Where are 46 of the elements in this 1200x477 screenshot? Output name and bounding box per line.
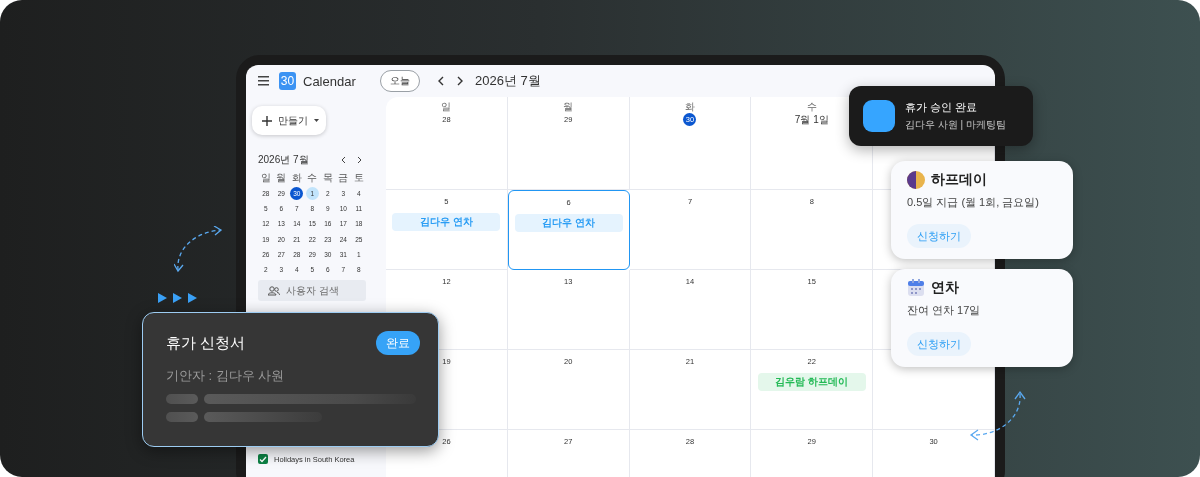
weekday-label: 월: [563, 101, 574, 112]
weekday-label: 일: [441, 101, 452, 112]
chevron-right-icon[interactable]: [457, 76, 463, 86]
card-title: 하프데이: [931, 171, 987, 189]
calendar-logo: 30: [279, 72, 296, 90]
triangles-icon: [157, 292, 198, 304]
notification-subtitle: 김다우 사원 | 마케팅팀: [905, 118, 1006, 132]
status-badge: 완료: [376, 331, 420, 355]
weekday-label: 토: [352, 171, 365, 185]
month-title: 2026년 7월: [475, 72, 541, 90]
weekday-label: 월: [275, 171, 288, 185]
weekday-label: 목: [321, 171, 334, 185]
check-icon: [259, 455, 267, 463]
calendar-icon: [907, 279, 925, 297]
drafter-text: 기안자 : 김다우 사원: [166, 367, 286, 385]
people-icon: [268, 285, 280, 296]
placeholder-bar: [166, 412, 198, 422]
notification-title: 휴가 승인 완료: [905, 100, 979, 115]
weekday-label: 화: [290, 171, 303, 185]
card-title: 휴가 신청서: [166, 333, 246, 353]
menu-icon[interactable]: [258, 76, 269, 86]
people-search-field[interactable]: 사용자 검색: [258, 280, 366, 302]
create-button[interactable]: 만들기: [252, 106, 326, 135]
weekday-label: 수: [306, 171, 319, 185]
checkbox[interactable]: [258, 454, 268, 464]
half-moon-icon: [907, 171, 925, 189]
date-number[interactable]: 7월 1일: [794, 113, 829, 126]
weekday-label: 일: [259, 171, 272, 185]
chevron-left-icon[interactable]: [438, 76, 444, 86]
weekday-label: 수: [806, 101, 817, 112]
app-icon: [863, 100, 895, 132]
card-title: 연차: [931, 279, 959, 297]
caret-icon: [314, 119, 319, 122]
plus-icon: [262, 115, 272, 126]
card-description: 잔여 연차 17일: [907, 303, 982, 318]
chevron-left-icon[interactable]: [341, 156, 346, 164]
card-description: 0.5일 지급 (월 1회, 금요일): [907, 195, 1041, 210]
weekday-label: 금: [337, 171, 350, 185]
dashed-arrow-icon: [174, 226, 224, 274]
dashed-arrow-icon: [968, 390, 1026, 442]
weekday-label: 화: [685, 101, 695, 112]
today-button[interactable]: 오늘: [380, 70, 420, 92]
placeholder-bar: [166, 394, 198, 404]
chevron-right-icon[interactable]: [357, 156, 362, 164]
mini-calendar-title: 2026년 7월: [258, 153, 310, 167]
app-title: Calendar: [303, 73, 357, 89]
